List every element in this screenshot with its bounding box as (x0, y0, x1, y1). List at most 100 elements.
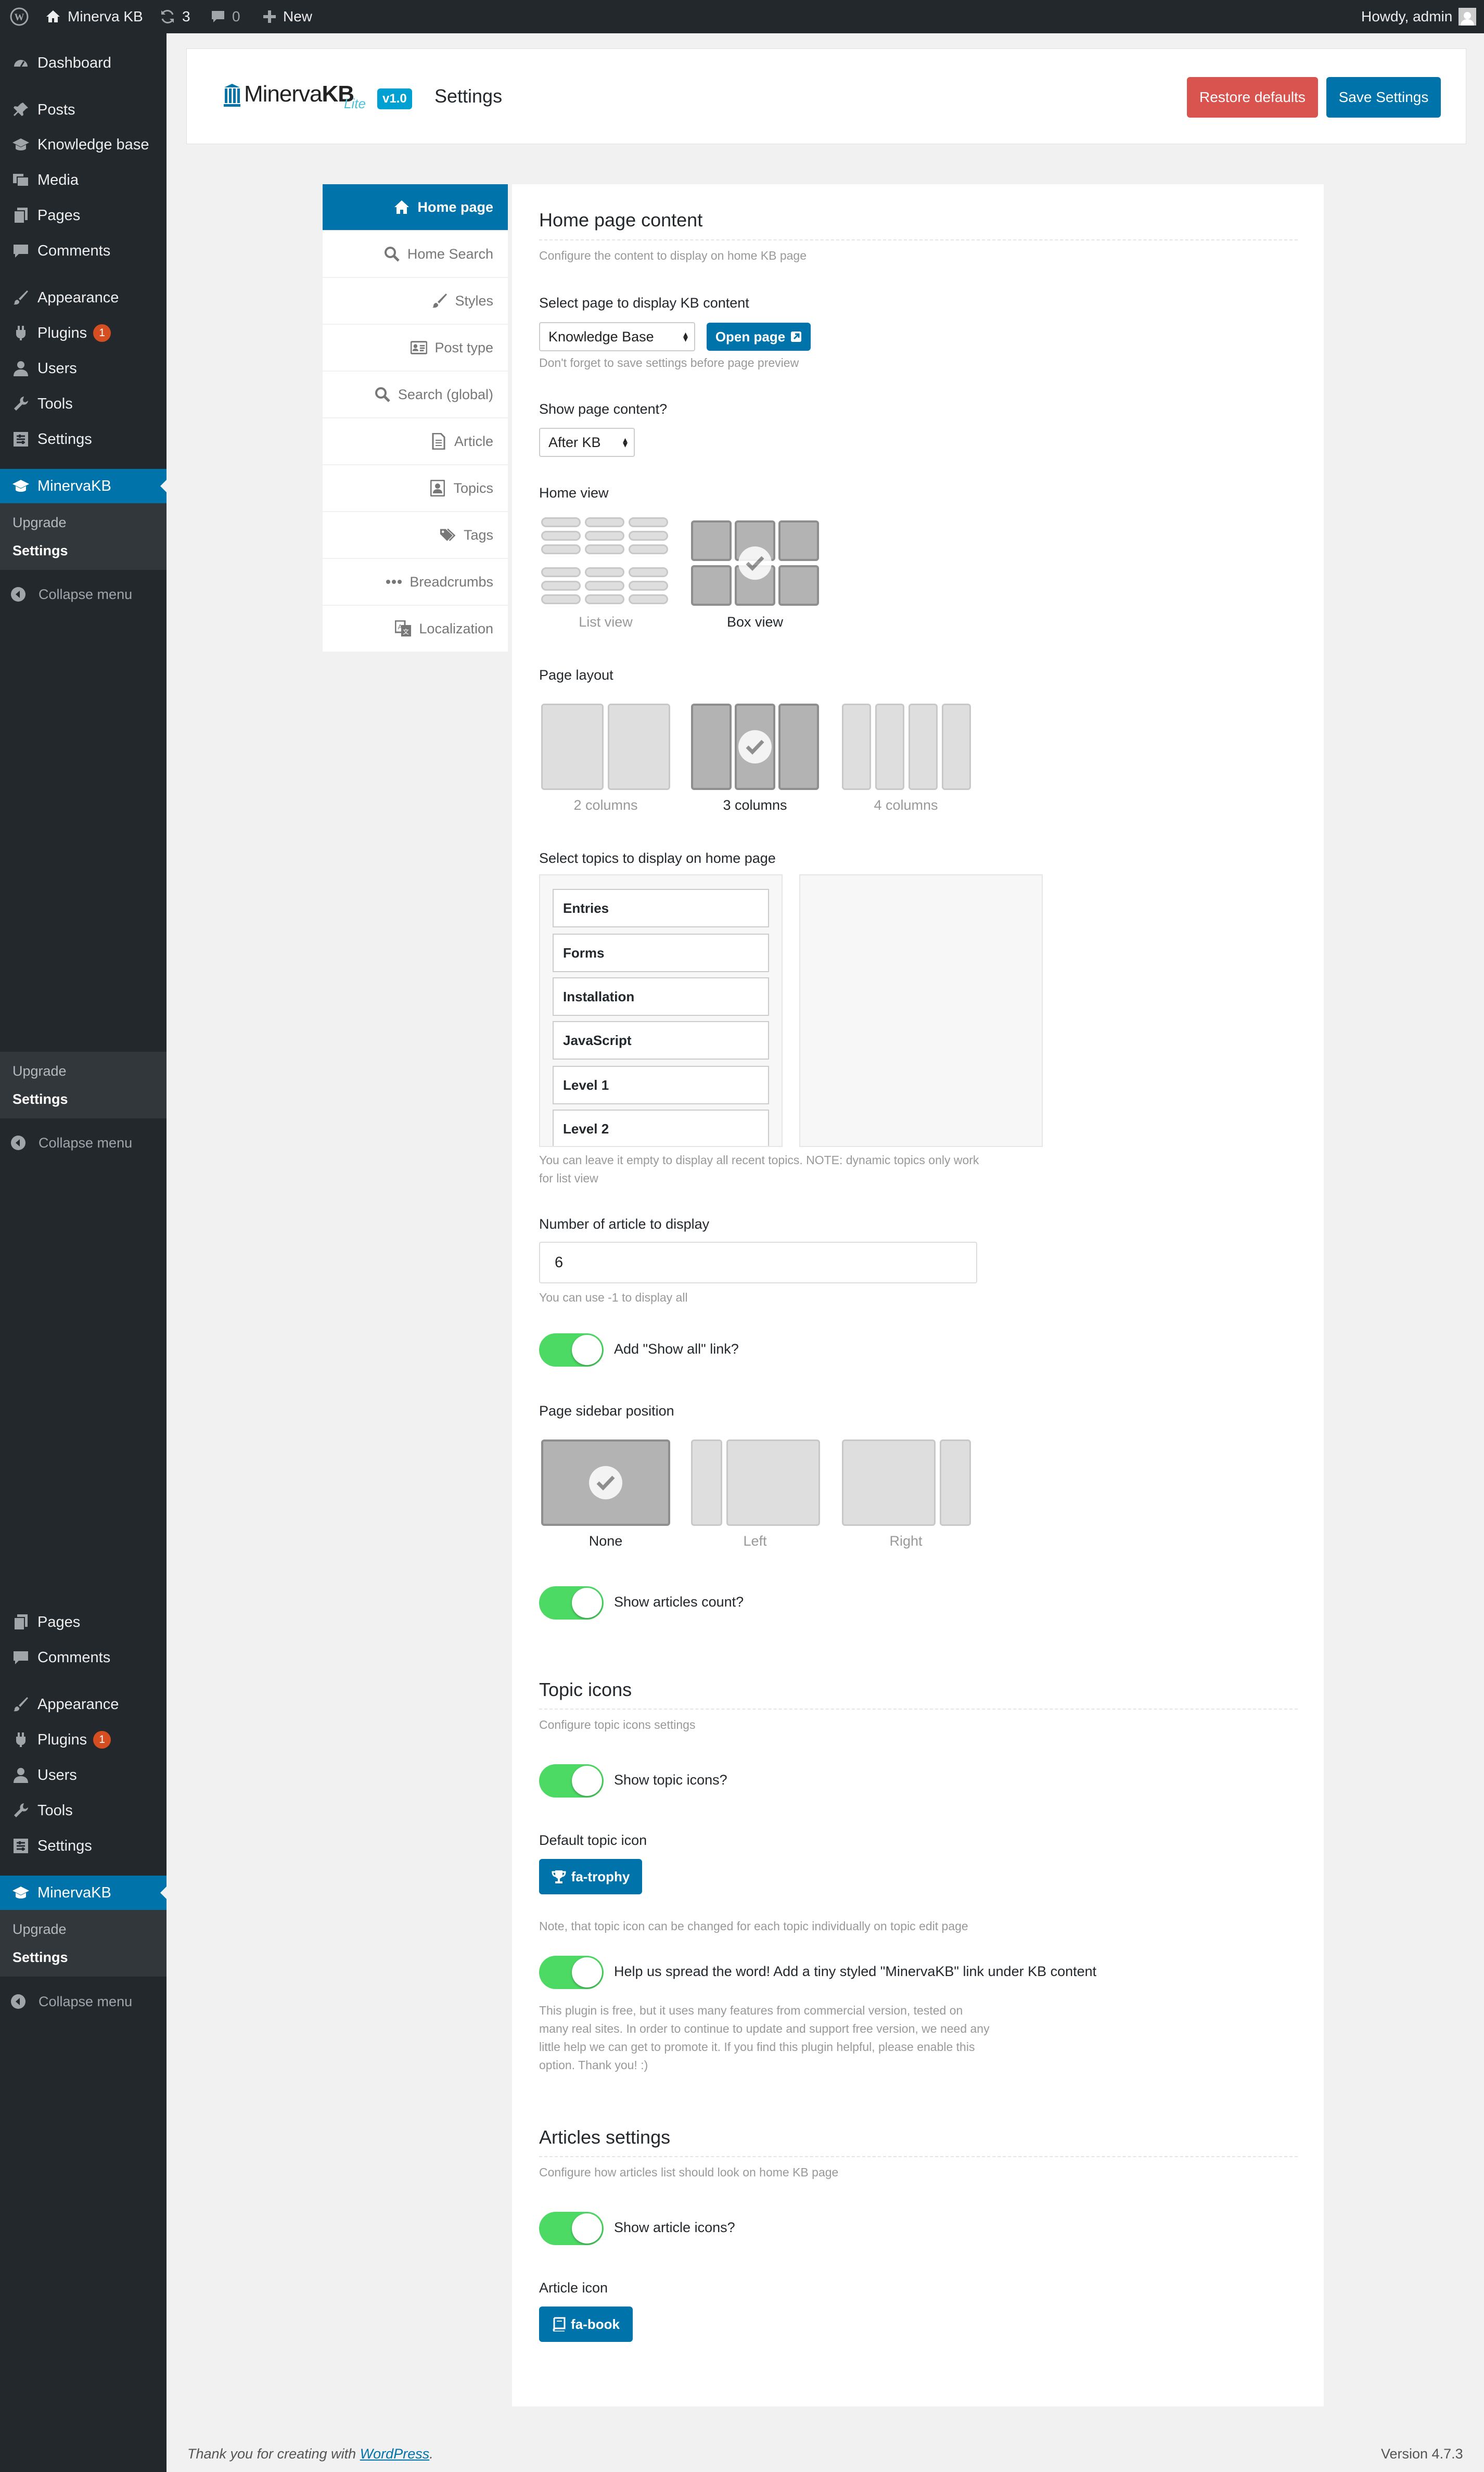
menu-plugins[interactable]: Plugins 1 (0, 1723, 167, 1757)
topic-item[interactable]: Entries (553, 889, 769, 927)
menu-users[interactable]: Users (0, 351, 167, 386)
topic-item[interactable]: Forms (553, 934, 769, 972)
footer-version: Version 4.7.3 (1381, 2446, 1463, 2462)
topic-item[interactable]: Installation (553, 977, 769, 1016)
menu-label: Comments (37, 1649, 111, 1666)
menu-appearance[interactable]: Appearance (0, 1687, 167, 1722)
open-page-button[interactable]: Open page (707, 323, 811, 351)
tab-article[interactable]: Article (323, 418, 508, 465)
topics-note: for list view (539, 1171, 598, 1185)
menu-media[interactable]: Media (0, 163, 167, 197)
search-icon (374, 386, 391, 403)
kb-page-select[interactable]: Knowledge Base ▴ ▾ (539, 322, 695, 351)
topics-label: Select topics to display on home page (539, 850, 776, 866)
num-articles-input[interactable]: 6 (539, 1242, 977, 1283)
menu-settings[interactable]: Settings (0, 422, 167, 456)
topic-item[interactable]: JavaScript (553, 1021, 769, 1060)
section-divider (539, 2156, 1298, 2157)
sidebar-left-option[interactable] (691, 1439, 820, 1526)
tab-styles[interactable]: Styles (323, 278, 508, 325)
submenu-settings[interactable]: Settings (12, 543, 68, 559)
paint-brush-icon (9, 286, 32, 309)
show-article-icons-toggle[interactable] (539, 2212, 604, 2245)
menu-minervakb[interactable]: MinervaKB (0, 469, 167, 503)
kb-page-select-value: Knowledge Base (548, 328, 654, 345)
plugins-update-badge: 1 (93, 324, 111, 342)
layout-2-columns-option[interactable] (541, 704, 670, 790)
menu-pages[interactable]: Pages (0, 198, 167, 233)
menu-minervakb[interactable]: MinervaKB (0, 1876, 167, 1910)
collapse-menu-button[interactable]: Collapse menu (0, 580, 167, 609)
list-view-option[interactable] (539, 517, 670, 606)
footer-thanks-suffix: . (429, 2446, 433, 2462)
section-divider (539, 239, 1298, 240)
book-icon (552, 2317, 566, 2331)
menu-label: Posts (37, 101, 75, 118)
tab-topics[interactable]: Topics (323, 465, 508, 512)
wrench-icon (9, 392, 32, 415)
show-topic-icons-toggle[interactable] (539, 1764, 604, 1798)
default-topic-icon-button[interactable]: fa-trophy (539, 1859, 642, 1894)
selected-topics-list[interactable] (799, 874, 1043, 1147)
menu-tools[interactable]: Tools (0, 387, 167, 421)
sidebar-right-option[interactable] (842, 1439, 971, 1526)
sidebar-none-option[interactable] (541, 1439, 670, 1526)
wordpress-logo-icon[interactable]: W (9, 0, 29, 33)
menu-label: Appearance (37, 289, 119, 306)
media-icon (9, 169, 32, 192)
layout-4-columns-option[interactable] (842, 704, 971, 790)
menu-knowledge-base[interactable]: Knowledge base (0, 128, 167, 162)
layout-3-columns-option[interactable] (691, 704, 820, 790)
section-divider (539, 1709, 1298, 1710)
updates-link[interactable]: 3 (159, 0, 190, 33)
tab-label: Article (454, 433, 493, 449)
tab-home-page[interactable]: Home page (323, 184, 508, 231)
tab-post-type[interactable]: Post type (323, 325, 508, 372)
menu-settings[interactable]: Settings (0, 1829, 167, 1863)
menu-comments[interactable]: Comments (0, 1640, 167, 1675)
submenu-upgrade[interactable]: Upgrade (12, 515, 67, 531)
spread-the-word-toggle[interactable] (539, 1956, 604, 1989)
graduation-cap-icon (9, 1881, 32, 1904)
article-icon-button[interactable]: fa-book (539, 2307, 633, 2342)
tab-label: Topics (453, 480, 493, 496)
plug-icon (9, 1728, 32, 1751)
submenu-upgrade[interactable]: Upgrade (12, 1063, 67, 1079)
wordpress-link[interactable]: WordPress (360, 2446, 430, 2462)
menu-posts[interactable]: Posts (0, 93, 167, 127)
topic-item[interactable]: Level 1 (553, 1066, 769, 1104)
box-view-option[interactable] (691, 520, 819, 607)
version-badge: v1.0 (377, 88, 412, 109)
submenu-settings[interactable]: Settings (12, 1949, 68, 1966)
tab-label: Tags (463, 527, 493, 543)
menu-plugins[interactable]: Plugins 1 (0, 316, 167, 350)
topic-item[interactable]: Level 2 (553, 1110, 769, 1146)
collapse-menu-button[interactable]: Collapse menu (0, 1128, 167, 1157)
tab-breadcrumbs[interactable]: Breadcrumbs (323, 559, 508, 606)
submenu-settings[interactable]: Settings (12, 1091, 68, 1107)
submenu-upgrade[interactable]: Upgrade (12, 1921, 67, 1938)
tab-home-search[interactable]: Home Search (323, 231, 508, 278)
available-topics-list[interactable]: Entries Forms Installation JavaScript Le… (539, 874, 783, 1147)
menu-tools[interactable]: Tools (0, 1793, 167, 1828)
menu-pages[interactable]: Pages (0, 1605, 167, 1639)
menu-users[interactable]: Users (0, 1758, 167, 1792)
show-articles-count-toggle[interactable] (539, 1586, 604, 1620)
menu-comments[interactable]: Comments (0, 234, 167, 268)
tab-search-global[interactable]: Search (global) (323, 372, 508, 418)
save-settings-button[interactable]: Save Settings (1326, 77, 1441, 118)
tab-localization[interactable]: A 文 Localization (323, 606, 508, 653)
menu-appearance[interactable]: Appearance (0, 281, 167, 315)
show-content-select[interactable]: After KB ▴ ▾ (539, 428, 635, 457)
show-all-link-toggle[interactable] (539, 1333, 604, 1367)
site-name-link[interactable]: Minerva KB (45, 0, 143, 33)
collapse-menu-button[interactable]: Collapse menu (0, 1987, 167, 2016)
tab-tags[interactable]: Tags (323, 512, 508, 559)
comments-link[interactable]: 0 (210, 0, 240, 33)
my-account-link[interactable]: Howdy, admin (1361, 0, 1477, 33)
portrait-icon (429, 480, 446, 496)
new-content-link[interactable]: New (262, 0, 312, 33)
restore-defaults-button[interactable]: Restore defaults (1187, 77, 1318, 118)
tab-label: Home Search (407, 246, 493, 262)
menu-dashboard[interactable]: Dashboard (0, 46, 167, 80)
